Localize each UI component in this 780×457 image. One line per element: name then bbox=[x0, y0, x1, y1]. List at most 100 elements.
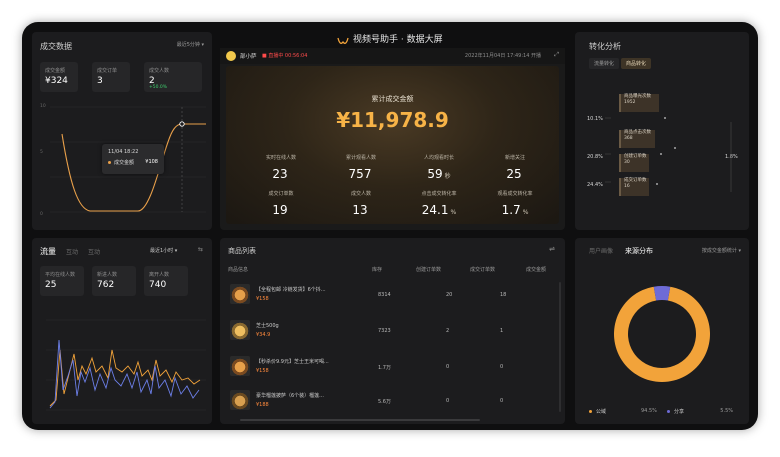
product-deal-orders: 0 bbox=[500, 398, 504, 404]
funnel-rate-2: 20.8% bbox=[587, 154, 603, 160]
product-created-orders: 20 bbox=[446, 292, 453, 298]
page-title: 视频号助手 · 数据大屏 bbox=[353, 35, 443, 45]
table-row[interactable]: 豪华榴莲披萨（6个装）榴莲... ¥188 5.6万 0 0 bbox=[226, 386, 551, 414]
stat-orders: 成交订单数 19 bbox=[246, 190, 316, 217]
tooltip-dot bbox=[108, 161, 111, 164]
vertical-scrollbar[interactable] bbox=[559, 282, 561, 412]
legend-name: 公域 bbox=[596, 409, 607, 415]
product-thumbnail bbox=[230, 390, 250, 410]
sort-icon[interactable]: ⇌ bbox=[549, 245, 555, 253]
table-row[interactable]: 芝士500g ¥34.9 7323 2 1 bbox=[226, 316, 551, 344]
table-row[interactable]: 【秒杀价9.9元】芝士王米可喝... ¥158 1.7万 0 0 bbox=[226, 352, 551, 380]
stat-online-now: 实时在线人数 23 bbox=[246, 154, 316, 181]
channels-logo-icon bbox=[337, 32, 349, 44]
stat-new-follows: 新增关注 25 bbox=[480, 154, 550, 181]
conversion-panel: 转化分析 流量转化 商品转化 商品曝光次数 1952 商品点击次数 368 创建订单… bbox=[575, 32, 749, 230]
tab-traffic-conversion[interactable]: 流量转化 bbox=[589, 58, 620, 69]
deals-y-axis-bottom: 0 bbox=[40, 212, 43, 217]
stat-label: 人均观看时长 bbox=[423, 155, 454, 161]
chevron-down-icon: ▾ bbox=[738, 248, 741, 254]
tooltip-time: 11/04 18:22 bbox=[108, 149, 139, 155]
stat-value: 13 bbox=[352, 203, 368, 217]
funnel-rate-1: 10.1% bbox=[587, 116, 603, 122]
product-stock: 5.6万 bbox=[378, 399, 391, 405]
traffic-range-label: 最近1小时 bbox=[150, 248, 174, 254]
stat-value: 19 bbox=[272, 203, 288, 217]
product-stock: 8314 bbox=[378, 292, 391, 298]
source-range-label: 按成交金额统计 bbox=[701, 248, 737, 254]
col-stock: 库存 bbox=[372, 267, 383, 273]
product-thumbnail bbox=[230, 356, 250, 376]
deals-range-select[interactable]: 最近5分钟 ▾ bbox=[177, 41, 204, 48]
stat-deal-users: 成交人数 2 +50.0% bbox=[144, 62, 202, 92]
traffic-range-select[interactable]: 最近1小时 ▾ bbox=[150, 247, 177, 254]
live-start-time: 2022年11月04日 17:49:14 开播 bbox=[464, 53, 541, 59]
stat-label: 成交人数 bbox=[149, 68, 170, 74]
stat-label: 平均在线人数 bbox=[45, 272, 76, 278]
stat-new-entries: 新进人数 762 bbox=[92, 266, 136, 296]
stat-label: 新增关注 bbox=[504, 155, 525, 161]
product-price: ¥158 bbox=[256, 296, 269, 302]
product-stock: 7323 bbox=[378, 328, 391, 334]
tooltip-label: 成交金额 bbox=[114, 160, 135, 166]
product-name: 豪华榴莲披萨（6个装）榴莲... bbox=[256, 393, 324, 399]
stat-label: 观看成交转化率 bbox=[497, 191, 533, 197]
stat-value: 3 bbox=[97, 76, 103, 86]
tab-product-conversion[interactable]: 商品转化 bbox=[621, 58, 652, 69]
col-deal-orders: 成交订单数 bbox=[470, 267, 496, 273]
product-thumbnail bbox=[230, 284, 250, 304]
product-stock: 1.7万 bbox=[378, 365, 391, 371]
col-deal-amount: 成交金额 bbox=[526, 267, 547, 273]
live-overview-panel: 部小萨 ■ 直播中 00:56:04 2022年11月04日 17:49:14 … bbox=[220, 48, 565, 230]
stat-total-viewers: 累计观看人数 757 bbox=[326, 154, 396, 181]
traffic-line-chart bbox=[46, 319, 206, 411]
tab-user-profile[interactable]: 用户画像 bbox=[589, 246, 613, 255]
stat-click-conversion: 点击成交转化率 24.1% bbox=[404, 190, 474, 217]
horizontal-scrollbar[interactable] bbox=[240, 419, 480, 421]
stat-leavers: 离开人数 740 bbox=[144, 266, 188, 296]
stat-value: 24.1% bbox=[421, 203, 457, 217]
stat-value: 25 bbox=[506, 167, 522, 181]
conversion-title: 转化分析 bbox=[589, 42, 621, 51]
stat-label: 累计观看人数 bbox=[345, 155, 376, 161]
tab-interaction-1[interactable]: 互动 bbox=[66, 247, 78, 256]
table-row[interactable]: 【全程包邮 冷链发货】6个抖... ¥158 8314 20 18 bbox=[226, 280, 551, 308]
chevron-down-icon: ▾ bbox=[201, 42, 204, 48]
legend-value: 5.5% bbox=[720, 408, 733, 414]
stat-label: 成交订单 bbox=[97, 68, 118, 74]
deals-panel: 成交数据 最近5分钟 ▾ 成交金额 ¥324 成交订单 3 成交人数 2 +50… bbox=[32, 32, 212, 230]
legend-value: 94.5% bbox=[641, 408, 657, 414]
product-name: 【秒杀价9.9元】芝士王米可喝... bbox=[256, 359, 329, 365]
products-title: 商品列表 bbox=[228, 247, 256, 255]
live-username: 部小萨 bbox=[240, 54, 257, 60]
stat-deal-amount: 成交金额 ¥324 bbox=[40, 62, 78, 92]
stat-value: 762 bbox=[97, 280, 115, 290]
stat-label: 离开人数 bbox=[149, 272, 170, 278]
stat-value: ¥324 bbox=[45, 76, 68, 86]
tooltip-value: ¥108 bbox=[145, 159, 158, 165]
total-label: 累计成交金额 bbox=[371, 95, 414, 103]
total-value: ¥11,978.9 bbox=[336, 108, 449, 132]
stat-value: 757 bbox=[348, 167, 372, 181]
source-panel: 用户画像 来源分布 按成交金额统计 ▾ 公域 94.5% 分享 5.5% bbox=[575, 238, 749, 424]
stat-avg-watch: 人均观看时长 59 秒 bbox=[404, 154, 474, 181]
product-price: ¥158 bbox=[256, 368, 269, 374]
swap-icon[interactable]: ⇆ bbox=[198, 246, 203, 253]
product-deal-orders: 0 bbox=[500, 364, 504, 370]
source-range-select[interactable]: 按成交金额统计 ▾ bbox=[702, 247, 741, 254]
product-created-orders: 0 bbox=[446, 364, 450, 370]
stat-label: 点击成交转化率 bbox=[421, 191, 457, 197]
products-panel: 商品列表 ⇌ 商品信息 库存 创建订单数 成交订单数 成交金额 【全程包邮 冷链… bbox=[220, 238, 565, 424]
product-thumbnail bbox=[230, 320, 250, 340]
stat-watch-conversion: 观看成交转化率 1.7% bbox=[480, 190, 550, 217]
live-hero: 累计成交金额 ¥11,978.9 实时在线人数 23 累计观看人数 757 人均… bbox=[226, 66, 559, 224]
stat-label: 新进人数 bbox=[97, 272, 118, 278]
stat-buyers: 成交人数 13 bbox=[326, 190, 396, 217]
fullscreen-icon[interactable]: ⤢ bbox=[554, 51, 559, 59]
tab-source-distribution[interactable]: 来源分布 bbox=[625, 246, 653, 256]
stat-value: 59 秒 bbox=[427, 167, 451, 181]
product-name: 芝士500g bbox=[256, 323, 279, 329]
tab-interaction-2[interactable]: 互动 bbox=[88, 247, 100, 256]
tab-traffic[interactable]: 流量 bbox=[40, 246, 56, 257]
avatar bbox=[226, 51, 236, 61]
